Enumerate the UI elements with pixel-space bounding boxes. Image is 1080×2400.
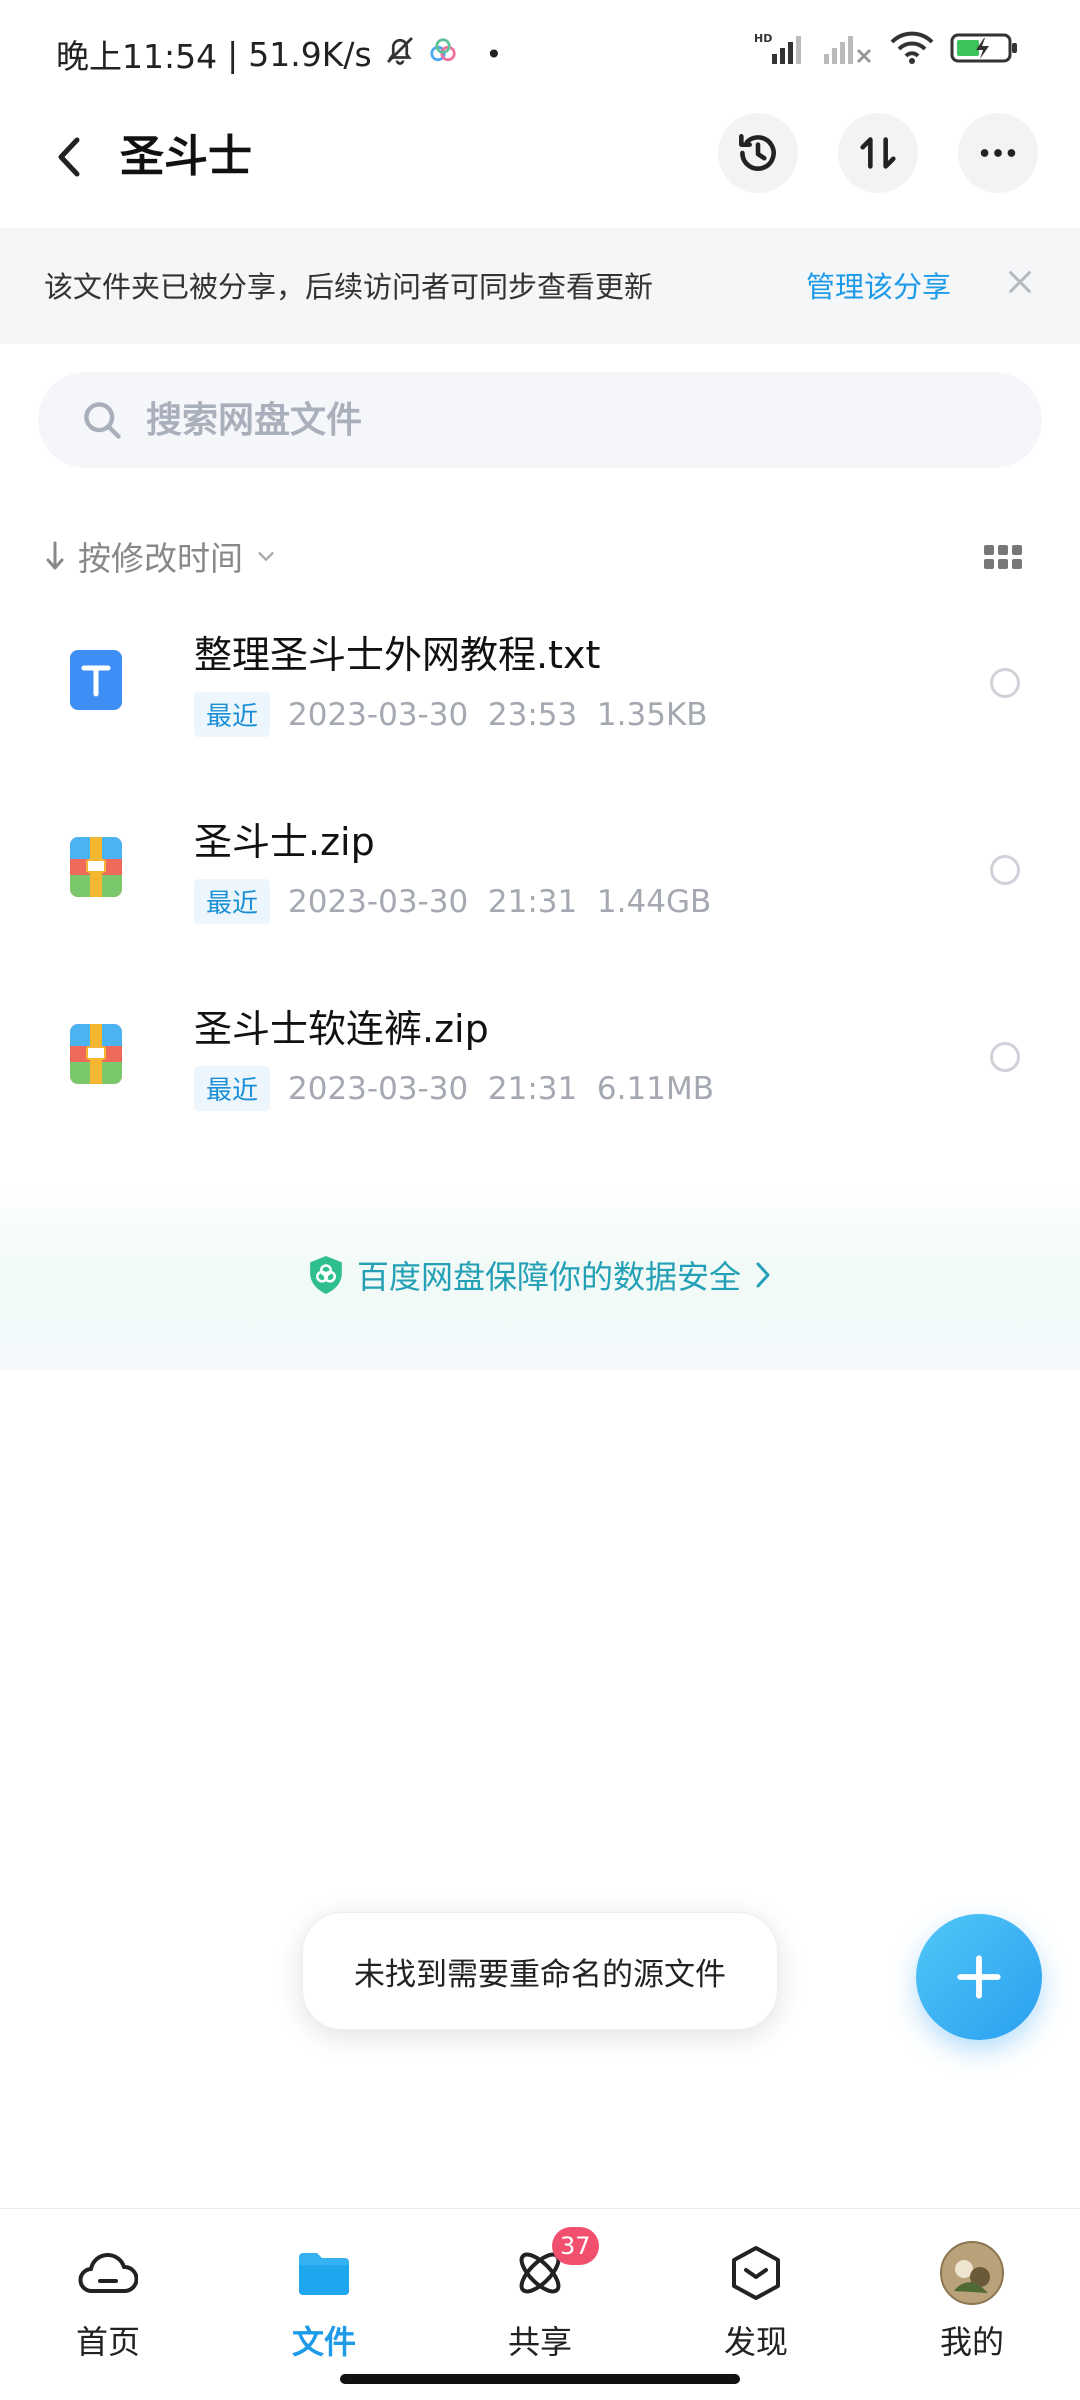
- bell-muted-icon: [382, 32, 418, 76]
- transfer-button[interactable]: [838, 113, 918, 193]
- file-meta: 最近 2023-03-30 21:31 6.11MB: [194, 1066, 714, 1111]
- svg-text:HD: HD: [754, 32, 772, 45]
- more-icon: [980, 149, 1016, 157]
- file-name: 整理圣斗士外网教程.txt: [194, 633, 601, 677]
- search-icon: [84, 402, 121, 439]
- history-icon: [739, 134, 776, 171]
- status-left: 晚上11:54 | 51.9K/s •: [56, 30, 502, 78]
- status-network-speed: 51.9K/s: [248, 34, 372, 74]
- file-date-size: 2023-03-30 21:31 6.11MB: [288, 1070, 714, 1107]
- plus-icon: [957, 1955, 1001, 1999]
- nav-item-home[interactable]: 首页: [38, 2241, 178, 2371]
- back-button[interactable]: [40, 127, 100, 187]
- nav-label-me: 我的: [939, 2323, 1004, 2361]
- share-banner-text: 该文件夹已被分享，后续访问者可同步查看更新: [44, 270, 654, 304]
- recent-badge: 最近: [194, 692, 271, 737]
- file-list: 整理圣斗士外网教程.txt 最近 2023-03-30 23:53 1.35KB…: [0, 600, 1080, 1161]
- file-meta: 最近 2023-03-30 23:53 1.35KB: [194, 692, 708, 737]
- status-bar: 晚上11:54 | 51.9K/s • HD: [0, 0, 1080, 105]
- shield-icon: [310, 1256, 342, 1294]
- share-banner: 该文件夹已被分享，后续访问者可同步查看更新 管理该分享: [0, 228, 1080, 344]
- baidu-netdisk-icon: [428, 35, 458, 74]
- security-banner[interactable]: 百度网盘保障你的数据安全: [0, 1180, 1080, 1370]
- home-indicator: [340, 2374, 740, 2384]
- chevron-right-icon: [756, 1262, 770, 1288]
- zip-file-icon: [70, 1024, 122, 1084]
- home-cloud-icon: [76, 2241, 140, 2305]
- nav-item-me[interactable]: 我的: [902, 2241, 1042, 2371]
- status-right: HD: [754, 30, 1020, 70]
- back-arrow-icon: [58, 137, 80, 177]
- history-button[interactable]: [718, 113, 798, 193]
- nav-label-files: 文件: [291, 2323, 356, 2361]
- close-banner-button[interactable]: [1000, 262, 1040, 302]
- nav-item-discover[interactable]: 发现: [686, 2241, 826, 2371]
- nav-label-discover: 发现: [723, 2323, 788, 2361]
- zip-file-icon: [70, 837, 122, 897]
- file-date-size: 2023-03-30 21:31 1.44GB: [288, 883, 712, 920]
- file-name: 圣斗士软连裤.zip: [194, 1007, 489, 1051]
- discover-box-icon: [724, 2241, 788, 2305]
- transfer-icon: [860, 137, 896, 169]
- recent-badge: 最近: [194, 1066, 271, 1111]
- status-time: 晚上11:54: [56, 37, 218, 76]
- signal-hd-icon: HD: [754, 30, 808, 70]
- page-title: 圣斗士: [120, 131, 252, 182]
- file-row[interactable]: 圣斗士软连裤.zip 最近 2023-03-30 21:31 6.11MB: [0, 974, 1080, 1161]
- search-box[interactable]: [38, 372, 1042, 468]
- nav-label-home: 首页: [75, 2323, 140, 2361]
- dot-icon: •: [485, 37, 503, 71]
- nav-item-files[interactable]: 文件: [254, 2241, 394, 2371]
- status-divider: |: [227, 34, 239, 74]
- txt-file-icon: [70, 650, 122, 710]
- signal-no-service-icon: [822, 30, 874, 70]
- chevron-down-icon: [258, 552, 274, 561]
- close-icon: [1009, 271, 1031, 293]
- file-name: 圣斗士.zip: [194, 820, 375, 864]
- wifi-icon: [888, 30, 936, 70]
- sort-label: 按修改时间: [78, 539, 243, 578]
- search-input[interactable]: [146, 390, 1006, 450]
- select-checkbox[interactable]: [990, 855, 1020, 885]
- share-count-badge: 37: [552, 2227, 599, 2265]
- folder-icon: [292, 2241, 356, 2305]
- header: 圣斗士: [0, 105, 1080, 225]
- recent-badge: 最近: [194, 879, 271, 924]
- bottom-nav: 首页 文件 37 共享 发现 我的: [0, 2208, 1080, 2400]
- add-button[interactable]: [916, 1914, 1042, 2040]
- sort-down-arrow-icon: [46, 541, 64, 570]
- select-checkbox[interactable]: [990, 1042, 1020, 1072]
- file-row[interactable]: 整理圣斗士外网教程.txt 最近 2023-03-30 23:53 1.35KB: [0, 600, 1080, 787]
- nav-item-share[interactable]: 37 共享: [470, 2227, 610, 2371]
- manage-share-link[interactable]: 管理该分享: [806, 264, 951, 306]
- sort-selector[interactable]: 按修改时间: [44, 528, 277, 584]
- nav-label-share: 共享: [507, 2323, 572, 2361]
- file-meta: 最近 2023-03-30 21:31 1.44GB: [194, 879, 711, 924]
- battery-charging-icon: [950, 30, 1020, 70]
- avatar: [940, 2241, 1004, 2305]
- share-atom-icon: 37: [508, 2227, 599, 2305]
- toast-message: 未找到需要重命名的源文件: [302, 1912, 778, 2030]
- grid-view-icon[interactable]: [984, 543, 1024, 573]
- security-text: 百度网盘保障你的数据安全: [356, 1258, 741, 1296]
- file-date-size: 2023-03-30 23:53 1.35KB: [288, 696, 708, 733]
- more-button[interactable]: [958, 113, 1038, 193]
- file-row[interactable]: 圣斗士.zip 最近 2023-03-30 21:31 1.44GB: [0, 787, 1080, 974]
- select-checkbox[interactable]: [990, 668, 1020, 698]
